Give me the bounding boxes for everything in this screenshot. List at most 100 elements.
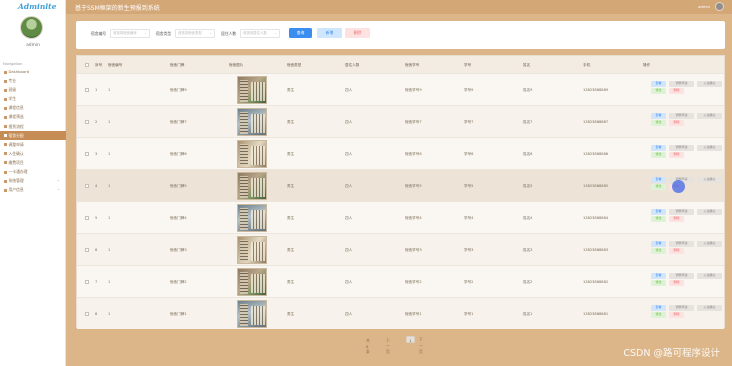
dorm-type-select[interactable]: 请选择宿舍类型 ⌄ [175, 29, 215, 38]
top-avatar[interactable] [715, 2, 724, 11]
dorm-photo[interactable] [237, 172, 267, 200]
row-checkbox[interactable] [85, 152, 89, 156]
table-row[interactable]: 8 1 宿舍门牌1 男生 四人 宿舍学号1 学号1 姓名1 13823888881 查看 调整申请入… [77, 297, 724, 329]
cell-phone: 13823888882 [583, 279, 609, 284]
pagination-prev[interactable]: 上一页 [386, 337, 390, 355]
table-row[interactable]: 4 1 宿舍门牌5 男生 四人 宿舍学号5 学号5 姓名5 13823888885 查看 调整申请入… [77, 169, 724, 201]
row-checkbox[interactable] [85, 184, 89, 188]
edit-button[interactable]: 修改 [651, 120, 666, 126]
sidebar-item-3[interactable]: 学生 [0, 94, 66, 103]
sidebar-item-8[interactable]: 调整申请 [0, 140, 66, 149]
delete-row-button[interactable]: 删除 [669, 120, 684, 126]
delete-button[interactable]: 删除 [345, 28, 370, 38]
dorm-photo[interactable] [237, 108, 267, 136]
view-button[interactable]: 查看 [651, 81, 666, 87]
table-row[interactable]: 1 1 宿舍门牌9 男生 四人 宿舍学号9 学号9 姓名9 13823888889 查看 调整申请入… [77, 73, 724, 105]
table-row[interactable]: 2 1 宿舍门牌7 男生 四人 宿舍学号7 学号7 姓名7 13823888887 查看 调整申请入… [77, 105, 724, 137]
sidebar-item-2[interactable]: 班级 [0, 85, 66, 94]
row-checkbox[interactable] [85, 216, 89, 220]
search-button[interactable]: 查询 [289, 28, 312, 38]
sidebar-item-9[interactable]: 入住确认 [0, 149, 66, 158]
sidebar-item-11[interactable]: 一卡通办理 [0, 167, 66, 176]
add-button[interactable]: 新增 [317, 28, 342, 38]
sidebar-item-13[interactable]: 用户信息 ⌄ [0, 185, 66, 194]
view-button[interactable]: 查看 [651, 177, 666, 183]
view-button[interactable]: 查看 [651, 209, 666, 215]
avatar[interactable] [20, 16, 43, 39]
adjust-request-button[interactable]: 调整申请 [669, 241, 694, 247]
delete-row-button[interactable]: 删除 [669, 88, 684, 94]
pagination-current[interactable]: 1 [406, 336, 415, 343]
book-icon [4, 106, 7, 110]
logo[interactable]: Adminlte [18, 2, 56, 11]
dorm-code-select[interactable]: 请选择宿舍编号 ⌄ [110, 29, 150, 38]
row-checkbox[interactable] [85, 248, 89, 252]
adjust-request-button[interactable]: 调整申请 [669, 305, 694, 311]
dorm-photo[interactable] [237, 204, 267, 232]
sidebar-item-4[interactable]: 课程信息 [0, 103, 66, 112]
view-button[interactable]: 查看 [651, 241, 666, 247]
delete-row-button[interactable]: 删除 [669, 312, 684, 318]
table-row[interactable]: 7 1 宿舍门牌2 男生 四人 宿舍学号2 学号2 姓名2 13823888882 查看 调整申请入… [77, 265, 724, 297]
dorm-photo[interactable] [237, 268, 267, 296]
row-checkbox[interactable] [85, 312, 89, 316]
sidebar-item-10[interactable]: 缴费项目 [0, 158, 66, 167]
checkin-confirm-button[interactable]: 入住确认 [697, 113, 722, 119]
chevron-down-icon: ⌄ [274, 31, 277, 35]
adjust-request-button[interactable]: 调整申请 [669, 113, 694, 119]
view-button[interactable]: 查看 [651, 145, 666, 151]
checkin-confirm-button[interactable]: 入住确认 [697, 273, 722, 279]
checkin-confirm-button[interactable]: 入住确认 [697, 305, 722, 311]
row-checkbox[interactable] [85, 120, 89, 124]
checkin-confirm-button[interactable]: 入住确认 [697, 81, 722, 87]
dorm-photo[interactable] [237, 300, 267, 328]
adjust-request-button[interactable]: 调整申请 [669, 273, 694, 279]
view-button[interactable]: 查看 [651, 113, 666, 119]
people-count-select[interactable]: 请选择居住人数 ⌄ [240, 29, 280, 38]
dorm-photo[interactable] [237, 236, 267, 264]
checkin-confirm-button[interactable]: 入住确认 [697, 209, 722, 215]
main-area: 基于SSM框架的新生预报到系统 admin 宿舍编号 请选择宿舍编号 ⌄ 宿舍类型… [66, 0, 732, 366]
dorm-photo[interactable] [237, 140, 267, 168]
sidebar-item-5[interactable]: 课程预选 [0, 112, 66, 121]
checkin-confirm-button[interactable]: 入住确认 [697, 241, 722, 247]
cell-sid: 宿舍学号6 [405, 151, 422, 156]
view-button[interactable]: 查看 [651, 273, 666, 279]
delete-row-button[interactable]: 删除 [669, 216, 684, 222]
top-username[interactable]: admin [698, 4, 710, 9]
adjust-request-button[interactable]: 调整申请 [669, 81, 694, 87]
edit-button[interactable]: 修改 [651, 248, 666, 254]
sidebar-item-7[interactable]: 宿舍分配 [0, 130, 66, 140]
delete-row-button[interactable]: 删除 [669, 248, 684, 254]
dorm-photo[interactable] [237, 76, 267, 104]
cell-no: 学号4 [464, 215, 474, 220]
delete-row-button[interactable]: 删除 [669, 280, 684, 286]
table-row[interactable]: 3 1 宿舍门牌6 男生 四人 宿舍学号6 学号6 姓名6 13823888886 查看 调整申请入… [77, 137, 724, 169]
edit-button[interactable]: 修改 [651, 280, 666, 286]
delete-row-button[interactable]: 删除 [669, 152, 684, 158]
pagination-next[interactable]: 下一页 [419, 337, 423, 355]
edit-button[interactable]: 修改 [651, 88, 666, 94]
adjust-request-button[interactable]: 调整申请 [669, 145, 694, 151]
sidebar-item-12[interactable]: 系统管理 ⌄ [0, 176, 66, 185]
checkin-confirm-button[interactable]: 入住确认 [697, 145, 722, 151]
edit-button[interactable]: 修改 [651, 312, 666, 318]
photo-detail [240, 112, 248, 134]
table-row[interactable]: 6 1 宿舍门牌3 男生 四人 宿舍学号3 学号3 姓名3 13823888883 查看 调整申请入… [77, 233, 724, 265]
adjust-request-button[interactable]: 调整申请 [669, 209, 694, 215]
cell-people: 四人 [345, 215, 353, 220]
row-checkbox[interactable] [85, 280, 89, 284]
photo-detail [240, 176, 248, 198]
select-all-checkbox[interactable] [85, 63, 89, 67]
sidebar-item-1[interactable]: 专业 [0, 76, 66, 85]
view-button[interactable]: 查看 [651, 305, 666, 311]
edit-button[interactable]: 修改 [651, 184, 666, 190]
edit-button[interactable]: 修改 [651, 216, 666, 222]
table-row[interactable]: 5 1 宿舍门牌4 男生 四人 宿舍学号4 学号4 姓名4 13823888884 查看 调整申请入… [77, 201, 724, 233]
edit-button[interactable]: 修改 [651, 152, 666, 158]
row-checkbox[interactable] [85, 88, 89, 92]
sidebar-item-0[interactable]: Dashboard [0, 67, 66, 76]
checkin-confirm-button[interactable]: 入住确认 [697, 177, 722, 183]
sidebar-item-label: 一卡通办理 [8, 169, 28, 175]
sidebar-item-6[interactable]: 报到流程 [0, 122, 66, 131]
